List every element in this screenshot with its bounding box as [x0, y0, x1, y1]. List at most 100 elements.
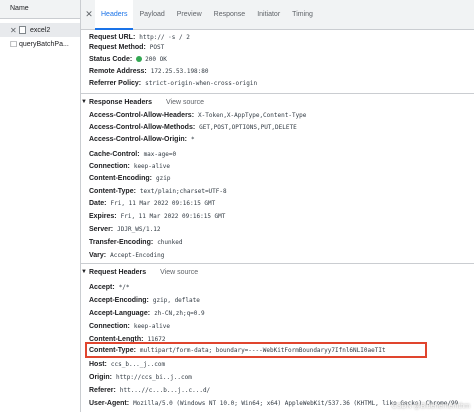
header-name: Accept:	[89, 283, 115, 291]
header-value: http://ccs_bi..j..com	[115, 373, 192, 381]
header-value: keep-alive	[133, 322, 170, 330]
tab-headers[interactable]: Headers	[95, 0, 134, 30]
header-name: Accept-Encoding:	[89, 296, 149, 304]
header-value: JDJR_WS/1.12	[117, 225, 161, 233]
response-header-row: Cache-Control: max-age=0	[89, 148, 470, 160]
headers-content[interactable]: Request URL: http:// ·s / 2 Request Meth…	[81, 30, 474, 412]
header-value: gzip	[156, 174, 171, 182]
header-name: Cache-Control:	[89, 150, 140, 158]
divider	[81, 93, 474, 94]
request-header-row: Referer: htt...//c...b...j..c...d/	[89, 384, 470, 396]
section-title: Request Headers	[88, 268, 147, 276]
request-header-row: Connection: keep-alive	[89, 320, 470, 332]
general-row: Remote Address: 172.25.53.198:80	[89, 65, 470, 77]
header-value: GET,POST,OPTIONS,PUT,DELETE	[199, 123, 297, 131]
header-name: Vary:	[89, 251, 107, 259]
response-header-row: Date: Fri, 11 Mar 2022 09:16:15 GMT	[89, 197, 470, 209]
header-name: Expires:	[89, 212, 117, 220]
header-name: Access-Control-Allow-Headers:	[89, 111, 195, 119]
header-value: ccs_b..._j..com	[110, 360, 166, 368]
request-header-row: Accept-Language: zh-CN,zh;q=0.9	[89, 307, 470, 319]
request-header-row-highlighted: Content-Type: multipart/form-data; bound…	[89, 344, 470, 356]
header-value: htt...//c...b...j..c...d/	[119, 386, 211, 394]
header-name: Content-Type:	[89, 187, 136, 195]
request-item-label: queryBatchPa...	[19, 40, 69, 48]
header-name: Connection:	[89, 162, 130, 170]
request-header-row: Accept: */*	[89, 281, 470, 293]
close-icon[interactable]: ✕	[10, 26, 19, 35]
divider	[81, 263, 474, 264]
header-name: Connection:	[89, 322, 130, 330]
header-value: strict-origin-when-cross-origin	[145, 79, 258, 87]
header-value: Fri, 11 Mar 2022 09:16:15 GMT	[110, 199, 216, 207]
header-value: text/plain;charset=UTF-8	[139, 187, 227, 195]
header-value: Accept-Encoding	[110, 251, 165, 259]
general-row: Status Code: 200 OK	[89, 53, 470, 65]
response-header-row: Expires: Fri, 11 Mar 2022 09:16:15 GMT	[89, 210, 470, 222]
request-headers-section[interactable]: ▼ Request Headers View source	[81, 265, 474, 279]
response-header-row: Access-Control-Allow-Methods: GET,POST,O…	[89, 121, 470, 133]
detail-tabs: ✕ Headers Payload Preview Response Initi…	[81, 0, 474, 30]
devtools-network-panel: Name ✕ excel2 ☐ queryBatchPa... ✕ Header…	[0, 0, 474, 412]
header-value: X-Token,X-AppType,Content-Type	[198, 111, 307, 119]
watermark: CSDN @Blueherhemthm	[391, 403, 470, 410]
header-name: Status Code:	[89, 55, 133, 63]
header-name: Content-Encoding:	[89, 174, 152, 182]
header-name: Request URL:	[89, 33, 136, 41]
header-value: */*	[118, 283, 130, 291]
request-header-row: Accept-Encoding: gzip, deflate	[89, 294, 470, 306]
header-name: Referrer Policy:	[89, 79, 142, 87]
triangle-down-icon[interactable]: ▼	[81, 99, 87, 105]
request-item-label: excel2	[30, 26, 51, 34]
header-value: gzip, deflate	[152, 296, 200, 304]
tab-response[interactable]: Response	[208, 0, 252, 30]
header-value: zh-CN,zh;q=0.9	[154, 309, 205, 317]
response-headers-section[interactable]: ▼ Response Headers View source	[81, 95, 474, 109]
view-source-link[interactable]: View source	[166, 99, 204, 106]
header-name: Host:	[89, 360, 107, 368]
response-header-row: Access-Control-Allow-Headers: X-Token,X-…	[89, 109, 470, 121]
triangle-down-icon[interactable]: ▼	[81, 269, 87, 275]
header-value: POST	[149, 43, 165, 51]
header-name: Access-Control-Allow-Origin:	[89, 135, 188, 143]
request-header-row: Host: ccs_b..._j..com	[89, 358, 470, 370]
header-value: Fri, 11 Mar 2022 09:16:15 GMT	[120, 212, 226, 220]
name-column-header[interactable]: Name	[0, 0, 80, 19]
header-name: Accept-Language:	[89, 309, 151, 317]
response-header-row: Access-Control-Allow-Origin: *	[89, 133, 470, 145]
request-item-excel2[interactable]: ✕ excel2	[0, 23, 80, 37]
header-name: Transfer-Encoding:	[89, 238, 154, 246]
header-value: *	[191, 135, 195, 143]
header-name: Request Method:	[89, 43, 146, 51]
header-value: 200 OK	[145, 55, 167, 63]
request-list-pane: Name ✕ excel2 ☐ queryBatchPa...	[0, 0, 81, 412]
checkbox-icon[interactable]: ☐	[10, 40, 19, 49]
header-value: chunked	[157, 238, 183, 246]
request-header-row: Origin: http://ccs_bi..j..com	[89, 371, 470, 383]
header-name: Remote Address:	[89, 67, 147, 75]
view-source-link[interactable]: View source	[160, 269, 198, 276]
header-value: max-age=0	[143, 150, 177, 158]
header-value: multipart/form-data; boundary=----WebKit…	[139, 346, 386, 354]
tab-payload[interactable]: Payload	[133, 0, 170, 30]
header-value: keep-alive	[133, 162, 170, 170]
header-name: Access-Control-Allow-Methods:	[89, 123, 196, 131]
tab-preview[interactable]: Preview	[171, 0, 208, 30]
response-header-row: Content-Type: text/plain;charset=UTF-8	[89, 185, 470, 197]
response-header-row: Transfer-Encoding: chunked	[89, 236, 470, 248]
section-title: Response Headers	[88, 98, 152, 106]
response-header-row: Vary: Accept-Encoding	[89, 249, 470, 261]
close-icon[interactable]: ✕	[83, 9, 95, 20]
request-item-querybatch[interactable]: ☐ queryBatchPa...	[0, 37, 80, 51]
tab-initiator[interactable]: Initiator	[251, 0, 286, 30]
response-header-row: Content-Encoding: gzip	[89, 172, 470, 184]
header-name: Content-Type:	[89, 346, 136, 354]
header-value: 172.25.53.198:80	[150, 67, 209, 75]
response-header-row: Connection: keep-alive	[89, 160, 470, 172]
status-ok-icon	[136, 56, 143, 62]
header-value: http:// ·s / 2	[139, 33, 190, 41]
general-row: Referrer Policy: strict-origin-when-cros…	[89, 77, 470, 89]
document-icon	[19, 26, 26, 34]
header-name: Origin:	[89, 373, 112, 381]
tab-timing[interactable]: Timing	[286, 0, 319, 30]
